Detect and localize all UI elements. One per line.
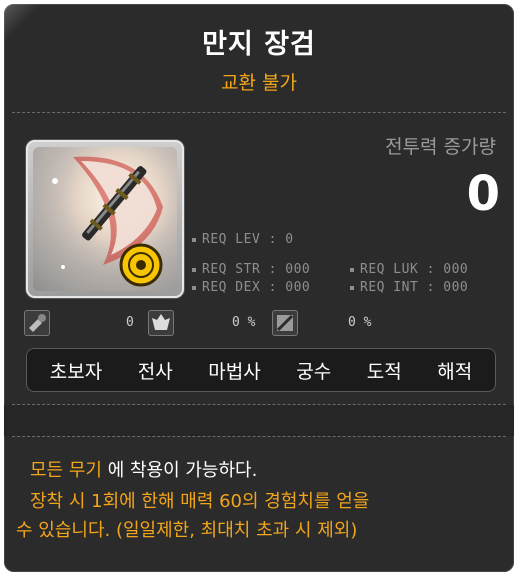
stat-value-2: 0 % (232, 315, 256, 330)
bullet-icon (192, 237, 196, 242)
job-list: 초보자 전사 마법사 궁수 도적 해적 (26, 348, 496, 392)
bullet-icon (350, 285, 354, 290)
trade-status: 교환 불가 (221, 72, 297, 94)
description-text: 에 착용이 가능하다. (101, 460, 258, 481)
job-warrior: 전사 (137, 360, 173, 383)
sword-icon (33, 147, 177, 291)
description-line-2: 장착 시 1회에 한해 매력 60의 경험치를 얻을 (30, 491, 370, 512)
bullet-icon (192, 285, 196, 290)
job-thief: 도적 (366, 360, 402, 383)
req-str: REQ STR : 000 (192, 262, 310, 277)
divider (12, 112, 506, 113)
req-luk: REQ LUK : 000 (350, 262, 468, 277)
divider (12, 436, 506, 437)
weapon-stat-icon (24, 310, 50, 336)
description-line-3: 수 있습니다. (일일제한, 최대치 초과 시 제외) (16, 520, 358, 541)
boss-stat-icon (148, 310, 174, 336)
description-line-1: 모든 무기 에 착용이 가능하다. (30, 456, 500, 485)
bullet-icon (192, 267, 196, 272)
req-dex: REQ DEX : 000 (192, 280, 310, 295)
req-int: REQ INT : 000 (350, 280, 468, 295)
item-name: 만지 장검 (202, 29, 316, 60)
combat-power-label: 전투력 증가량 (385, 136, 496, 158)
stat-value-1: 0 (126, 315, 134, 330)
job-bowman: 궁수 (296, 360, 332, 383)
req-lev: REQ LEV : 0 (192, 232, 294, 247)
job-beginner: 초보자 (49, 360, 103, 383)
item-tooltip: 만지 장검 교환 불가 전투력 증가량 0 REQ LEV: 0 REQ ST… (4, 4, 514, 572)
item-icon-frame (26, 140, 184, 298)
stat-value-3: 0 % (348, 315, 372, 330)
description-accent: 모든 무기 (30, 460, 102, 481)
job-pirate: 해적 (437, 360, 473, 383)
empty-band (4, 405, 514, 436)
job-magician: 마법사 (208, 360, 261, 383)
bullet-icon (350, 267, 354, 272)
combat-power-value: 0 (466, 166, 500, 222)
defense-ignore-icon (272, 310, 298, 336)
